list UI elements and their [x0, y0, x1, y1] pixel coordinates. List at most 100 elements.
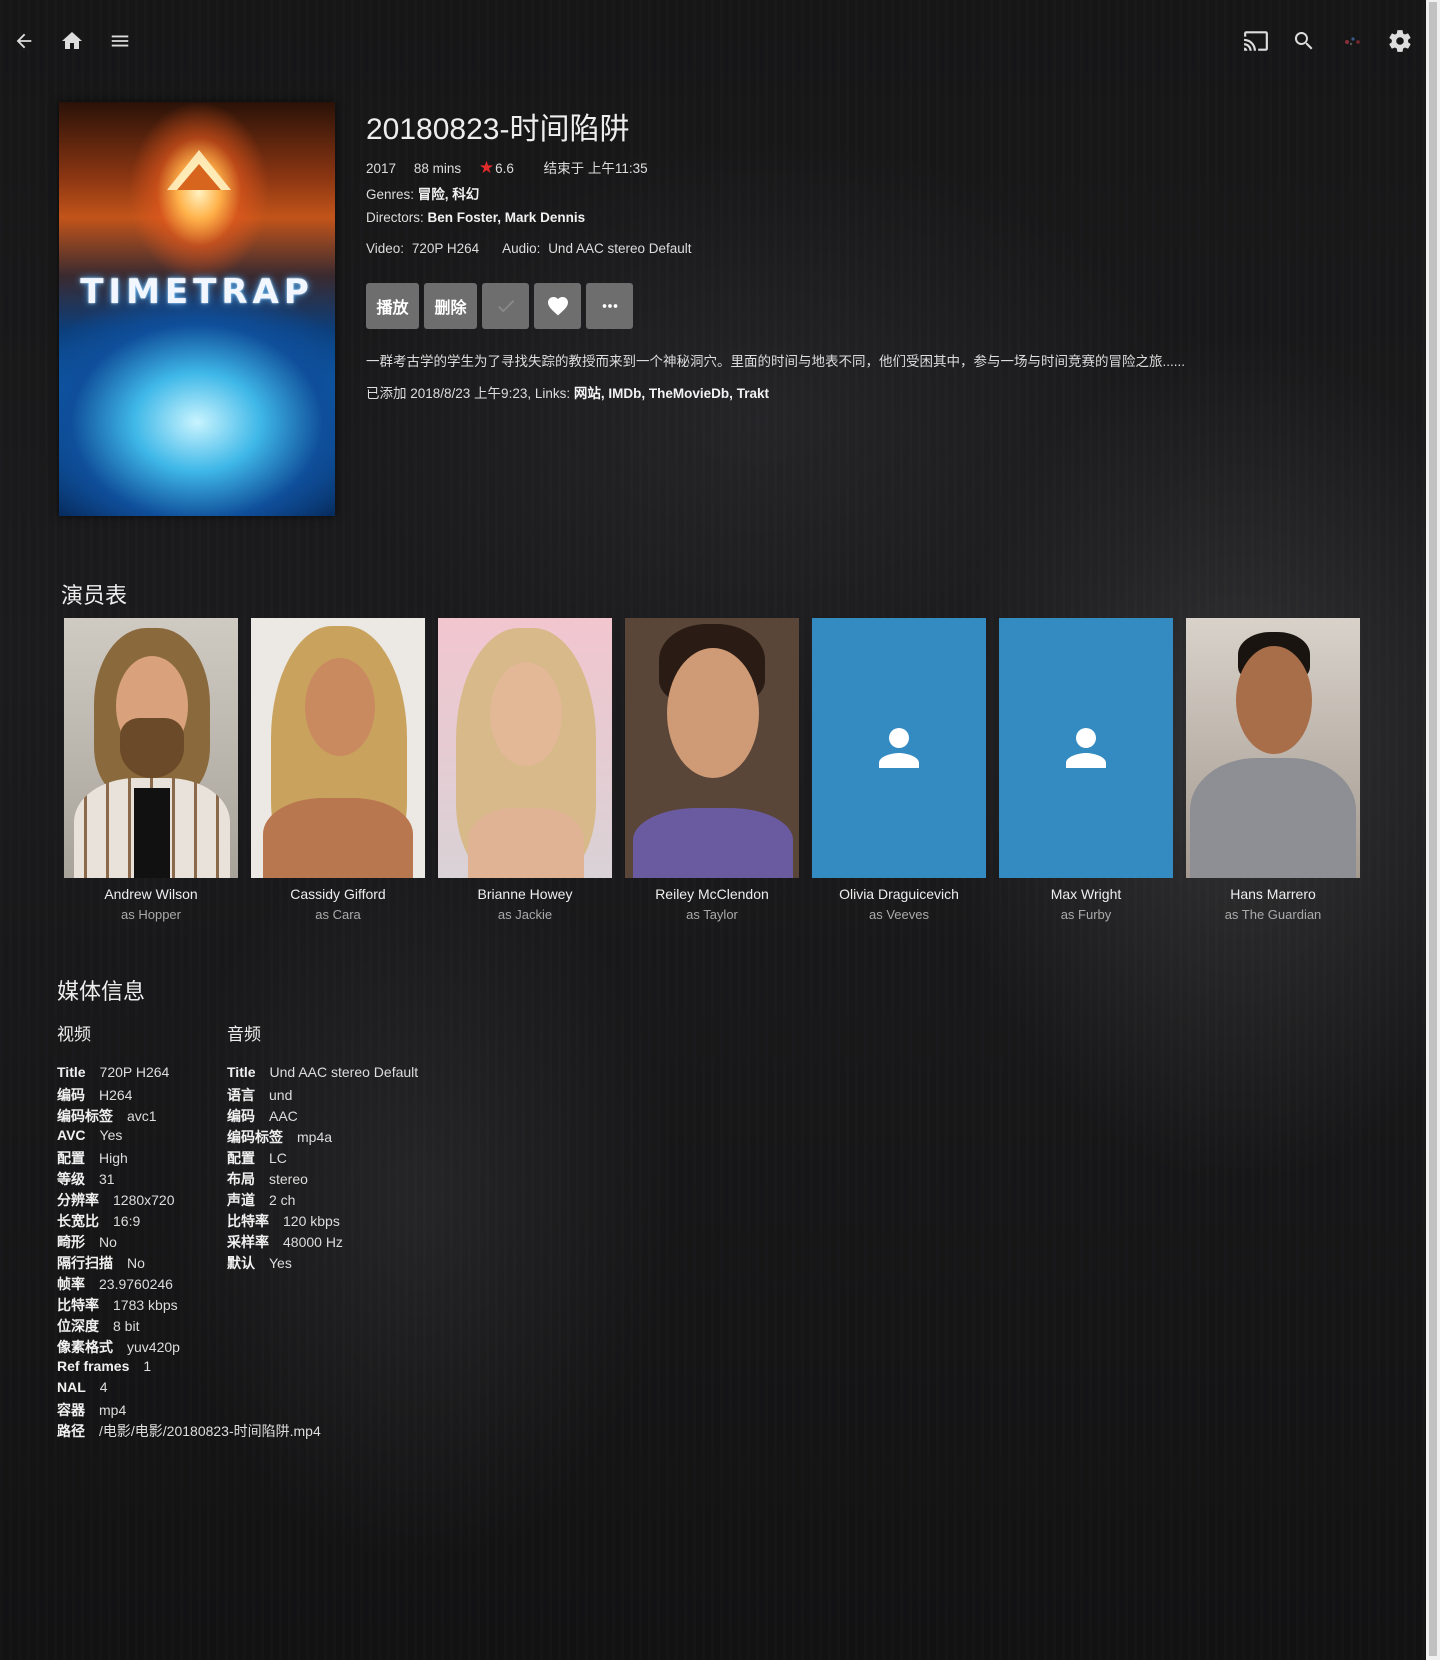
cast-role: as Veeves	[869, 907, 929, 922]
media-info-row: 帧率 23.9760246	[57, 1274, 321, 1295]
media-info-row: 默认 Yes	[227, 1253, 418, 1274]
media-info-key: 编码	[57, 1087, 85, 1103]
media-info-row: 像素格式 yuv420p	[57, 1337, 321, 1358]
cast-name: Olivia Draguicevich	[839, 886, 959, 902]
media-info-value: 4	[99, 1379, 108, 1395]
played-button[interactable]	[482, 283, 529, 329]
media-info-row: 编码 AAC	[227, 1106, 418, 1127]
heart-icon	[547, 297, 568, 316]
ends-at: 结束于 上午11:35	[543, 161, 648, 176]
cast-name: Max Wright	[1050, 886, 1122, 902]
link-website[interactable]: 网站	[574, 386, 601, 401]
rating: ★6.6	[478, 158, 528, 177]
link-trakt[interactable]: Trakt	[737, 386, 769, 401]
media-info-row: 布局 stereo	[227, 1169, 418, 1190]
media-info-value: 31	[99, 1171, 115, 1187]
search-button[interactable]	[1284, 21, 1324, 61]
play-button[interactable]: 播放	[366, 283, 419, 329]
cast-section-title: 演员表	[61, 583, 128, 608]
media-info-value: stereo	[269, 1171, 308, 1187]
cast-name: Brianne Howey	[477, 886, 573, 902]
cast-card[interactable]: Reiley McClendon as Taylor	[625, 618, 799, 922]
cast-card[interactable]: Olivia Draguicevich as Veeves	[812, 618, 986, 922]
media-info-value: mp4	[99, 1402, 127, 1418]
cast-role: as Hopper	[121, 907, 181, 922]
media-info-row: 比特率 1783 kbps	[57, 1295, 321, 1316]
audio-value: Und AAC stereo Default	[548, 241, 692, 256]
media-info-key: 隔行扫描	[57, 1255, 113, 1271]
media-info-row: 采样率 48000 Hz	[227, 1232, 418, 1253]
media-info-value: 1	[143, 1358, 152, 1374]
media-info-value: Yes	[99, 1127, 123, 1143]
user-avatar-icon	[1345, 37, 1360, 46]
cast-card[interactable]: Andrew Wilson as Hopper	[64, 618, 238, 922]
media-info-value: avc1	[127, 1108, 157, 1124]
media-info-key: 布局	[227, 1171, 255, 1187]
settings-button[interactable]	[1380, 21, 1420, 61]
media-info-value: mp4a	[297, 1129, 333, 1145]
media-info-value: 16:9	[113, 1213, 141, 1229]
runtime: 88 mins	[413, 161, 462, 176]
genres-value[interactable]: 冒险, 科幻	[418, 187, 480, 202]
arrow-back-icon	[16, 33, 32, 49]
audio-info-heading: 音频	[227, 1025, 261, 1044]
media-info-key: 默认	[227, 1255, 255, 1271]
media-info-value: AAC	[269, 1108, 298, 1124]
cast-name: Andrew Wilson	[104, 886, 198, 902]
poster-title-art: TIMETRAP	[80, 272, 314, 312]
media-info-value: No	[127, 1255, 145, 1271]
back-button[interactable]	[4, 21, 44, 61]
media-info-key: Title	[227, 1064, 256, 1080]
media-info-row: Ref frames 1	[57, 1358, 321, 1379]
media-info-row: Title Und AAC stereo Default	[227, 1064, 418, 1085]
menu-button[interactable]	[100, 21, 140, 61]
cast-photo	[625, 618, 799, 878]
cast-photo-placeholder	[999, 618, 1173, 878]
cast-photo-placeholder	[812, 618, 986, 878]
meta-row: 2017 88 mins ★6.6 结束于 上午11:35	[366, 157, 662, 178]
cast-card[interactable]: Brianne Howey as Jackie	[438, 618, 612, 922]
page-scrollbar[interactable]	[1426, 0, 1440, 1660]
star-icon: ★	[478, 158, 495, 177]
favorite-button[interactable]	[534, 283, 581, 329]
media-info-key: Ref frames	[57, 1358, 130, 1374]
directors-value[interactable]: Ben Foster, Mark Dennis	[428, 210, 586, 225]
link-themoviedb[interactable]: TheMovieDb	[649, 386, 729, 401]
media-info-value: 1783 kbps	[113, 1297, 178, 1313]
cast-card[interactable]: Cassidy Gifford as Cara	[251, 618, 425, 922]
media-info-value: 2 ch	[269, 1192, 296, 1208]
cast-photo	[1186, 618, 1360, 878]
user-button[interactable]	[1332, 21, 1372, 61]
delete-button[interactable]: 删除	[424, 283, 477, 329]
media-info-key: 像素格式	[57, 1339, 113, 1355]
poster-image[interactable]: TIMETRAP	[59, 102, 335, 516]
link-imdb[interactable]: IMDb	[608, 386, 641, 401]
cast-role: as Furby	[1060, 907, 1112, 922]
cast-role: as Jackie	[497, 907, 553, 922]
media-info-key: 配置	[57, 1150, 85, 1166]
media-info-title: 媒体信息	[57, 979, 146, 1004]
media-info-key: 分辨率	[57, 1192, 99, 1208]
cast-button[interactable]	[1236, 21, 1276, 61]
media-info-row: 位深度 8 bit	[57, 1316, 321, 1337]
cast-photo	[64, 618, 238, 878]
more-button[interactable]	[586, 283, 633, 329]
media-info-key: 比特率	[227, 1213, 269, 1229]
media-info-key: 畸形	[57, 1234, 85, 1250]
media-info-row: 配置 LC	[227, 1148, 418, 1169]
action-buttons: 播放 删除	[366, 283, 633, 329]
scrollbar-thumb[interactable]	[1429, 2, 1437, 1656]
cast-name: Cassidy Gifford	[290, 886, 386, 902]
cast-name: Reiley McClendon	[655, 886, 769, 902]
media-info-value: 23.9760246	[99, 1276, 173, 1292]
page-title: 20180823-时间陷阱	[366, 113, 630, 146]
media-info-value: 8 bit	[113, 1318, 140, 1334]
home-button[interactable]	[52, 21, 92, 61]
top-bar	[0, 0, 1426, 82]
more-dots-icon	[602, 304, 617, 308]
cast-card[interactable]: Max Wright as Furby	[999, 618, 1173, 922]
cast-card[interactable]: Hans Marrero as The Guardian	[1186, 618, 1360, 922]
media-info-key: 配置	[227, 1150, 255, 1166]
person-placeholder-icon	[879, 728, 919, 768]
media-info-key: AVC	[57, 1127, 86, 1143]
